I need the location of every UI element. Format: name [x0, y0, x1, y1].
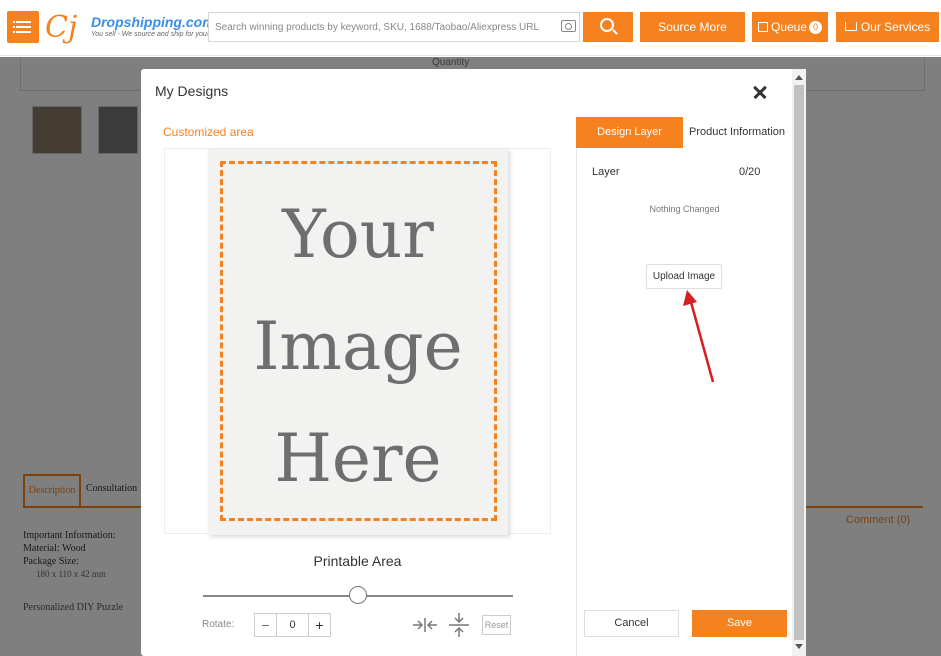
logo-name: Dropshipping.com — [91, 14, 215, 30]
our-services-label: Our Services — [860, 20, 931, 34]
upload-image-button[interactable]: Upload Image — [646, 264, 722, 289]
close-icon[interactable] — [751, 83, 769, 101]
search-box — [208, 12, 580, 42]
source-more-button[interactable]: Source More — [640, 12, 745, 42]
tab-design-layer[interactable]: Design Layer — [576, 117, 683, 148]
logo-mark: Cj — [45, 10, 78, 45]
design-canvas[interactable]: Your Image Here — [164, 148, 551, 535]
scroll-up-icon[interactable] — [795, 75, 803, 80]
zoom-slider-handle[interactable] — [349, 586, 367, 604]
cancel-button[interactable]: Cancel — [584, 610, 679, 637]
our-services-button[interactable]: Our Services — [836, 12, 939, 42]
queue-button[interactable]: Queue 0 — [752, 12, 828, 42]
nothing-changed-text: Nothing Changed — [649, 204, 720, 214]
scroll-down-icon[interactable] — [795, 644, 803, 649]
rotate-increment-button[interactable]: + — [308, 614, 330, 636]
queue-count-badge: 0 — [809, 21, 823, 34]
tab-product-information[interactable]: Product Information — [683, 117, 791, 148]
queue-label: Queue — [770, 20, 808, 34]
camera-icon[interactable] — [561, 20, 576, 32]
placeholder-line: Here — [274, 420, 442, 497]
flip-vertical-icon[interactable] — [448, 612, 470, 638]
annotation-arrow-icon — [683, 290, 715, 383]
search-button[interactable] — [583, 12, 633, 42]
product-preview: Your Image Here — [208, 149, 508, 535]
image-placeholder-text: Your Image Here — [208, 179, 508, 515]
placeholder-line: Your — [282, 196, 434, 273]
printable-area-label: Printable Area — [313, 553, 402, 569]
top-header: Cj Dropshipping.com You sell - We source… — [0, 0, 941, 56]
reset-button[interactable]: Reset — [482, 615, 511, 635]
menu-icon[interactable] — [7, 11, 39, 43]
rotate-label: Rotate: — [202, 619, 235, 630]
customized-area-label: Customized area — [163, 125, 254, 139]
rotate-value[interactable]: 0 — [277, 614, 308, 636]
save-button[interactable]: Save — [692, 610, 787, 637]
scrollbar-thumb[interactable] — [794, 85, 804, 640]
modal-title: My Designs — [155, 83, 229, 99]
queue-icon — [757, 22, 768, 32]
logo[interactable]: Cj Dropshipping.com You sell - We source… — [45, 8, 215, 48]
rotate-stepper: − 0 + — [254, 613, 331, 637]
layer-count: 0/20 — [739, 166, 761, 178]
logo-tagline: You sell - We source and ship for you! — [91, 31, 209, 38]
crown-icon — [844, 22, 857, 31]
rotate-decrement-button[interactable]: − — [255, 614, 277, 636]
modal-scrollbar[interactable] — [792, 69, 806, 656]
design-layer-panel: Layer 0/20 Nothing Changed Upload Image … — [576, 148, 792, 656]
my-designs-modal: My Designs Customized area Your Image He… — [141, 69, 806, 656]
search-input[interactable] — [215, 19, 550, 35]
placeholder-line: Image — [253, 308, 463, 385]
flip-horizontal-icon[interactable] — [412, 617, 438, 633]
layer-label: Layer — [592, 166, 620, 178]
